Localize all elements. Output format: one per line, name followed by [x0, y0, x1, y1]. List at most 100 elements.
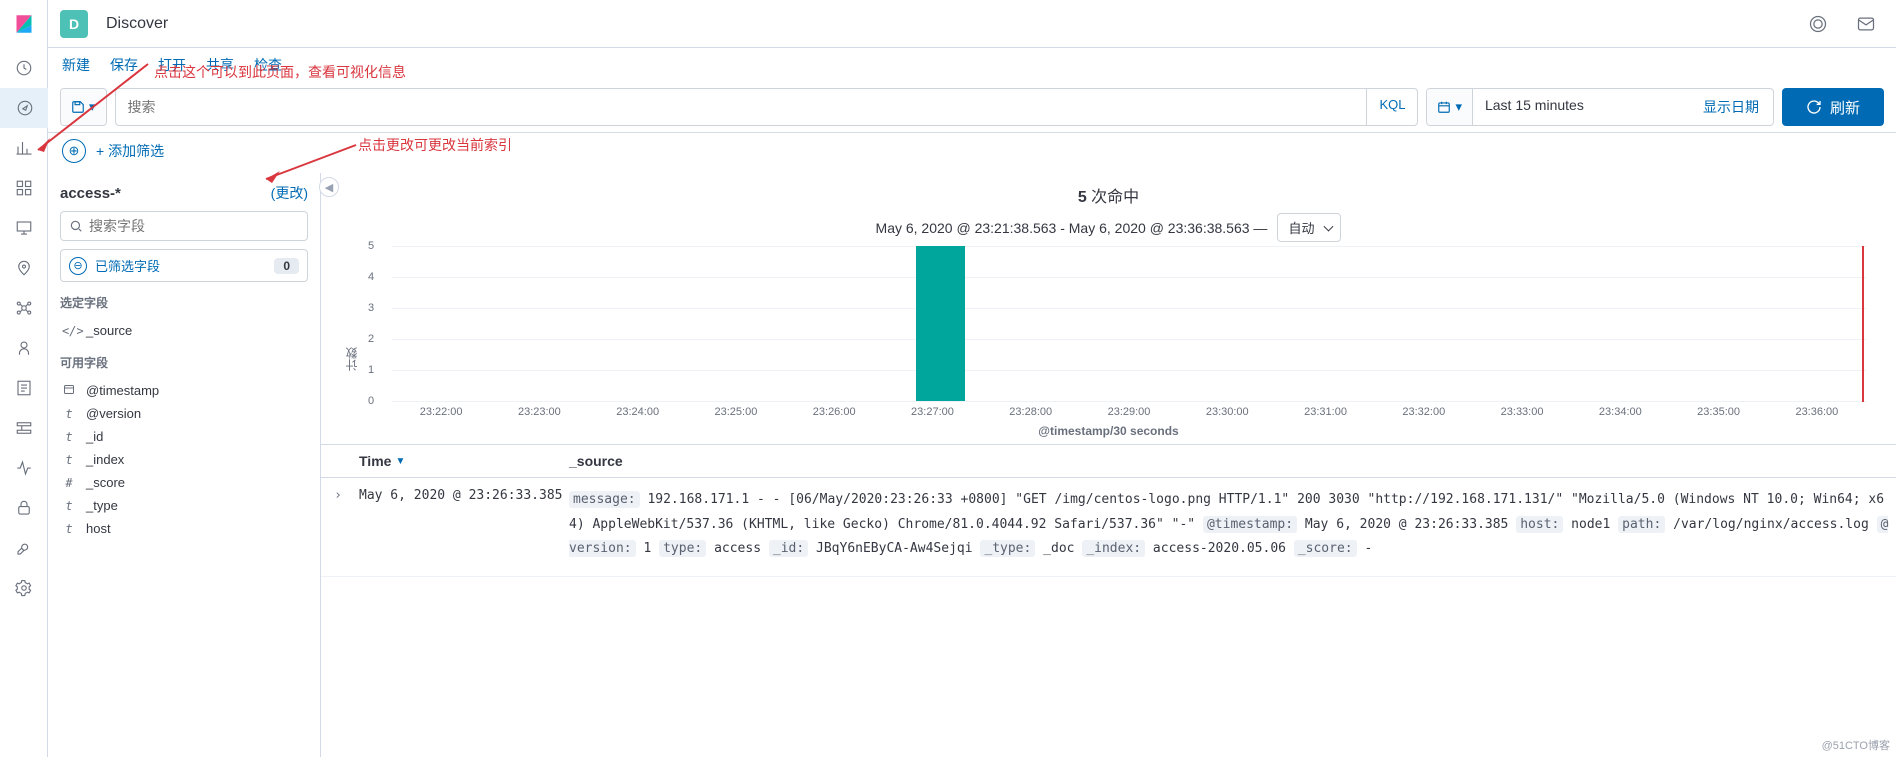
kv-value: node1 — [1563, 517, 1618, 532]
recent-icon[interactable] — [0, 48, 48, 88]
field-name: _type — [86, 498, 118, 513]
refresh-button[interactable]: 刷新 — [1782, 88, 1884, 126]
metrics-icon[interactable] — [0, 328, 48, 368]
plot-area[interactable]: 012345 — [392, 246, 1866, 402]
fields-sidebar: access-* (更改) ⊖已筛选字段 0 选定字段 </> _source 可… — [48, 173, 320, 757]
canvas-icon[interactable] — [0, 208, 48, 248]
sort-desc-icon: ▼ — [395, 456, 405, 467]
time-picker: ▾ Last 15 minutes 显示日期 — [1426, 88, 1774, 126]
visualize-icon[interactable] — [0, 128, 48, 168]
selected-fields-toggle[interactable]: ⊖已筛选字段 0 — [60, 249, 308, 282]
index-pattern-name: access-* — [60, 185, 121, 202]
kv-key: type: — [659, 540, 706, 557]
field-item[interactable]: t _id — [60, 425, 308, 448]
siem-icon[interactable] — [0, 488, 48, 528]
change-index-link[interactable]: (更改) — [271, 183, 308, 203]
kv-value: /var/log/nginx/access.log — [1665, 517, 1876, 532]
kv-key: _type: — [980, 540, 1035, 557]
kv-value: access-2020.05.06 — [1145, 541, 1294, 556]
field-type-icon: </> — [62, 324, 76, 338]
field-search — [60, 211, 308, 241]
interval-dropdown[interactable]: 自动 — [1277, 213, 1341, 242]
kv-key: _score: — [1294, 540, 1357, 557]
cell-source: message: 192.168.171.1 - - [06/May/2020:… — [565, 478, 1896, 576]
field-item[interactable]: #_score — [60, 471, 308, 494]
field-item[interactable]: t @version — [60, 402, 308, 425]
table-row: ›May 6, 2020 @ 23:26:33.385message: 192.… — [321, 478, 1896, 577]
dashboard-icon[interactable] — [0, 168, 48, 208]
field-type-icon: t — [62, 430, 76, 444]
show-dates-button[interactable]: 显示日期 — [1689, 89, 1773, 125]
hit-count: 5 — [1078, 189, 1087, 206]
field-name: @version — [86, 406, 141, 421]
apm-icon[interactable] — [0, 408, 48, 448]
field-item[interactable]: @timestamp — [60, 379, 308, 402]
col-time[interactable]: Time▼ — [355, 445, 565, 477]
discover-icon[interactable] — [0, 88, 48, 128]
logs-icon[interactable] — [0, 368, 48, 408]
field-item[interactable]: </> _source — [60, 319, 308, 342]
field-name: _id — [86, 429, 103, 444]
calendar-icon[interactable]: ▾ — [1427, 89, 1473, 125]
section-selected: 选定字段 — [60, 294, 308, 311]
menu-share[interactable]: 共享 — [206, 55, 234, 75]
menu-open[interactable]: 打开 — [158, 55, 186, 75]
field-type-icon: t — [62, 522, 76, 536]
field-type-icon: # — [62, 476, 76, 490]
filter-row: ⊕ + 添加筛选 点击更改可更改当前索引 — [48, 133, 1896, 173]
field-name: @timestamp — [86, 383, 159, 398]
page-title: Discover — [106, 15, 168, 33]
menu-save[interactable]: 保存 — [110, 55, 138, 75]
search-input[interactable] — [116, 89, 1367, 125]
field-name: host — [86, 521, 111, 536]
kv-key: host: — [1516, 516, 1563, 533]
kv-value: May 6, 2020 @ 23:26:33.385 — [1297, 517, 1516, 532]
kv-value: access — [706, 541, 769, 556]
refresh-label: 刷新 — [1830, 97, 1860, 118]
expand-row-icon[interactable]: › — [321, 478, 355, 576]
field-item[interactable]: t_type — [60, 494, 308, 517]
hit-label: 次命中 — [1091, 189, 1139, 206]
table-header: Time▼ _source — [321, 444, 1896, 478]
body: access-* (更改) ⊖已筛选字段 0 选定字段 </> _source 可… — [48, 173, 1896, 757]
topbar: D Discover — [48, 0, 1896, 48]
time-range-text: May 6, 2020 @ 23:21:38.563 - May 6, 2020… — [876, 220, 1268, 236]
field-name: _source — [86, 323, 132, 338]
ml-icon[interactable] — [0, 288, 48, 328]
kv-key: path: — [1618, 516, 1665, 533]
menu-new[interactable]: 新建 — [62, 55, 90, 75]
add-filter-button[interactable]: + 添加筛选 — [96, 141, 164, 161]
time-range-value[interactable]: Last 15 minutes — [1473, 89, 1689, 125]
filter-options-icon[interactable]: ⊕ — [62, 139, 86, 163]
cell-time: May 6, 2020 @ 23:26:33.385 — [355, 478, 565, 576]
main: D Discover 新建 保存 打开 共享 检查 点击这个可以到此页面，查看可… — [48, 0, 1896, 757]
field-item[interactable]: t_index — [60, 448, 308, 471]
saved-queries[interactable]: ▾ — [60, 88, 107, 126]
chevron-down-icon: ▾ — [89, 99, 96, 115]
field-type-icon: t — [62, 407, 76, 421]
menubar: 新建 保存 打开 共享 检查 点击这个可以到此页面，查看可视化信息 — [48, 48, 1896, 82]
uptime-icon[interactable] — [0, 448, 48, 488]
collapse-sidebar-icon[interactable]: ◀ — [319, 177, 339, 197]
section-available: 可用字段 — [60, 354, 308, 371]
help-icon[interactable] — [1800, 6, 1836, 42]
chevron-down-icon: ▾ — [1455, 99, 1462, 115]
menu-inspect[interactable]: 检查 — [254, 55, 282, 75]
bar[interactable] — [916, 246, 965, 401]
field-type-icon: t — [62, 453, 76, 467]
management-icon[interactable] — [0, 568, 48, 608]
space-badge[interactable]: D — [60, 10, 88, 38]
field-search-input[interactable] — [89, 218, 299, 234]
maps-icon[interactable] — [0, 248, 48, 288]
field-item[interactable]: thost — [60, 517, 308, 540]
save-query-icon[interactable]: ▾ — [61, 89, 106, 125]
kv-value: _doc — [1035, 541, 1082, 556]
kibana-logo[interactable] — [0, 0, 48, 48]
devtools-icon[interactable] — [0, 528, 48, 568]
kql-toggle[interactable]: KQL — [1366, 89, 1417, 125]
selected-fields-count: 0 — [274, 258, 299, 274]
newsfeed-icon[interactable] — [1848, 6, 1884, 42]
col-source[interactable]: _source — [565, 445, 1896, 477]
annotation-2: 点击更改可更改当前索引 — [358, 135, 512, 155]
now-marker — [1862, 246, 1864, 402]
